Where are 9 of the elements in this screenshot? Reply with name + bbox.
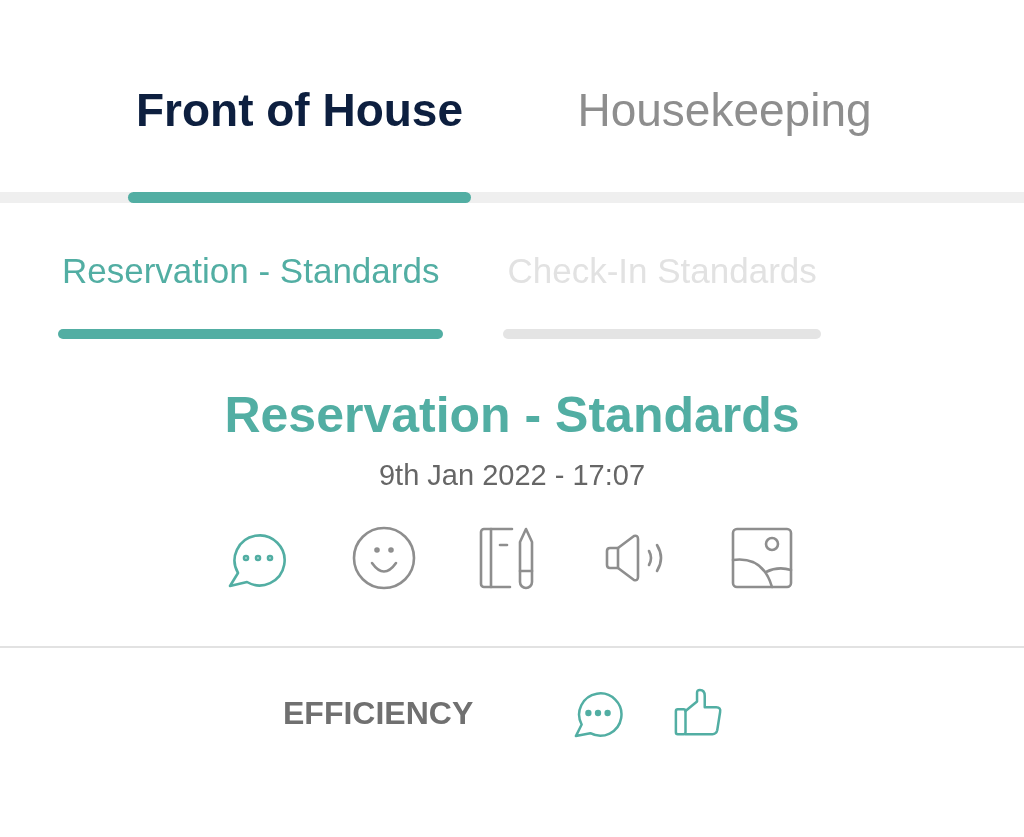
subtab[interactable]: Reservation - Standards: [58, 251, 444, 339]
section-heading: Reservation - Standards: [223, 386, 801, 445]
image-icon[interactable]: [730, 526, 794, 590]
timestamp: 9th Jan 2022 - 17:07: [377, 459, 646, 492]
tab[interactable]: Front of House: [135, 78, 464, 142]
tab[interactable]: Housekeeping: [577, 78, 872, 142]
smiley-icon[interactable]: [352, 526, 416, 590]
category-label: EFFICIENCY: [283, 694, 474, 732]
thumbs-up-icon[interactable]: [673, 688, 724, 738]
